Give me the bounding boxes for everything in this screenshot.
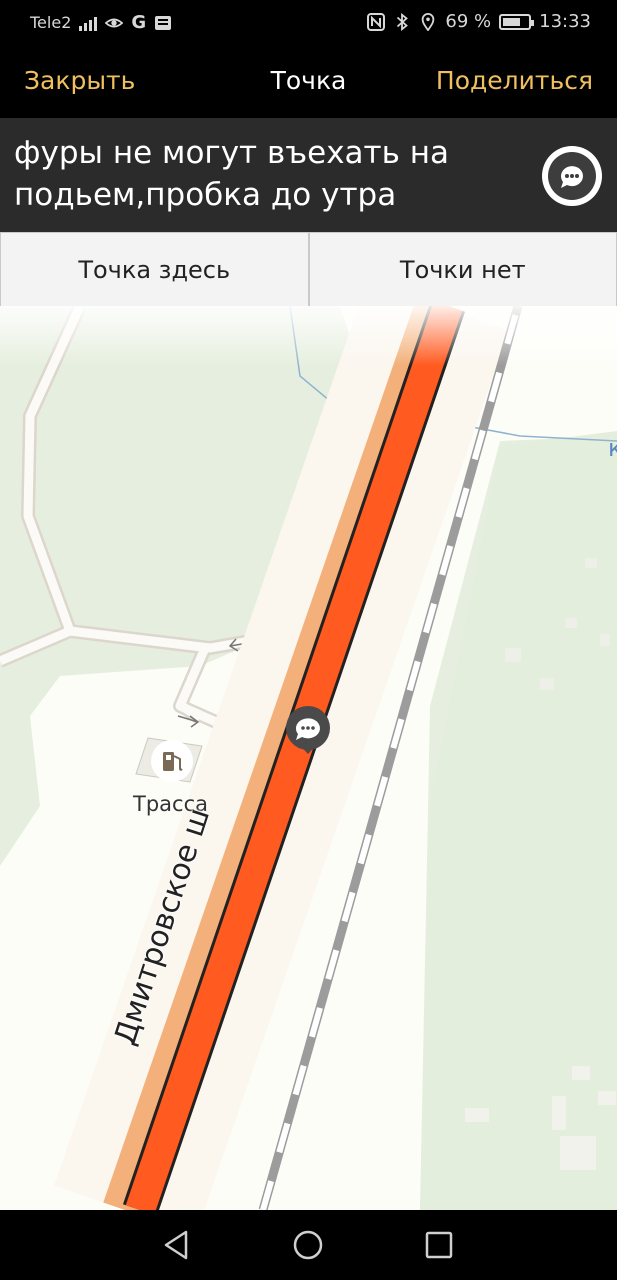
building [540, 678, 554, 690]
message-panel: фуры не могут въехать на подьем,пробка д… [0, 118, 617, 232]
battery-percent: 69 % [445, 11, 492, 32]
system-nav-bar [0, 1210, 617, 1280]
message-text: фуры не могут въехать на подьем,пробка д… [14, 135, 449, 213]
share-button[interactable]: Поделиться [436, 66, 593, 95]
google-icon: G [131, 12, 147, 33]
forest-area [0, 306, 80, 651]
chat-bubble-icon [548, 152, 596, 200]
map-canvas: к [0, 306, 617, 1210]
point-here-button[interactable]: Точка здесь [1, 233, 308, 306]
battery-icon [499, 13, 535, 30]
carrier-label: Tele2 [30, 13, 72, 32]
building [598, 1091, 616, 1105]
close-button[interactable]: Закрыть [24, 66, 135, 95]
comments-button[interactable] [542, 146, 602, 206]
nfc-icon [367, 12, 386, 31]
building [552, 1096, 566, 1130]
back-icon[interactable] [160, 1228, 194, 1262]
news-icon [155, 15, 172, 30]
action-bar: Точка здесь Точки нет [0, 232, 617, 306]
status-right: 69 % 13:33 [367, 11, 591, 32]
building [465, 1108, 489, 1122]
map-view[interactable]: к Трасса Дмитровское ш [0, 306, 617, 1210]
building [572, 1066, 590, 1080]
eye-icon [105, 18, 124, 27]
bluetooth-icon [397, 12, 409, 31]
home-icon[interactable] [291, 1228, 325, 1262]
stream-marker: к [608, 434, 617, 462]
building [560, 1136, 596, 1170]
status-bar: Tele2 G 69 % 13:33 [0, 0, 617, 46]
status-left: Tele2 G [30, 12, 172, 33]
building [585, 558, 597, 568]
clock: 13:33 [539, 11, 591, 32]
building [600, 634, 610, 646]
recents-icon[interactable] [422, 1228, 456, 1262]
no-point-button[interactable]: Точки нет [309, 233, 616, 306]
signal-icon [79, 15, 98, 31]
header: Закрыть Точка Поделиться [0, 46, 617, 118]
building [505, 648, 521, 662]
gas-station-poi[interactable] [135, 737, 203, 783]
building [565, 618, 577, 628]
location-icon [422, 12, 435, 31]
